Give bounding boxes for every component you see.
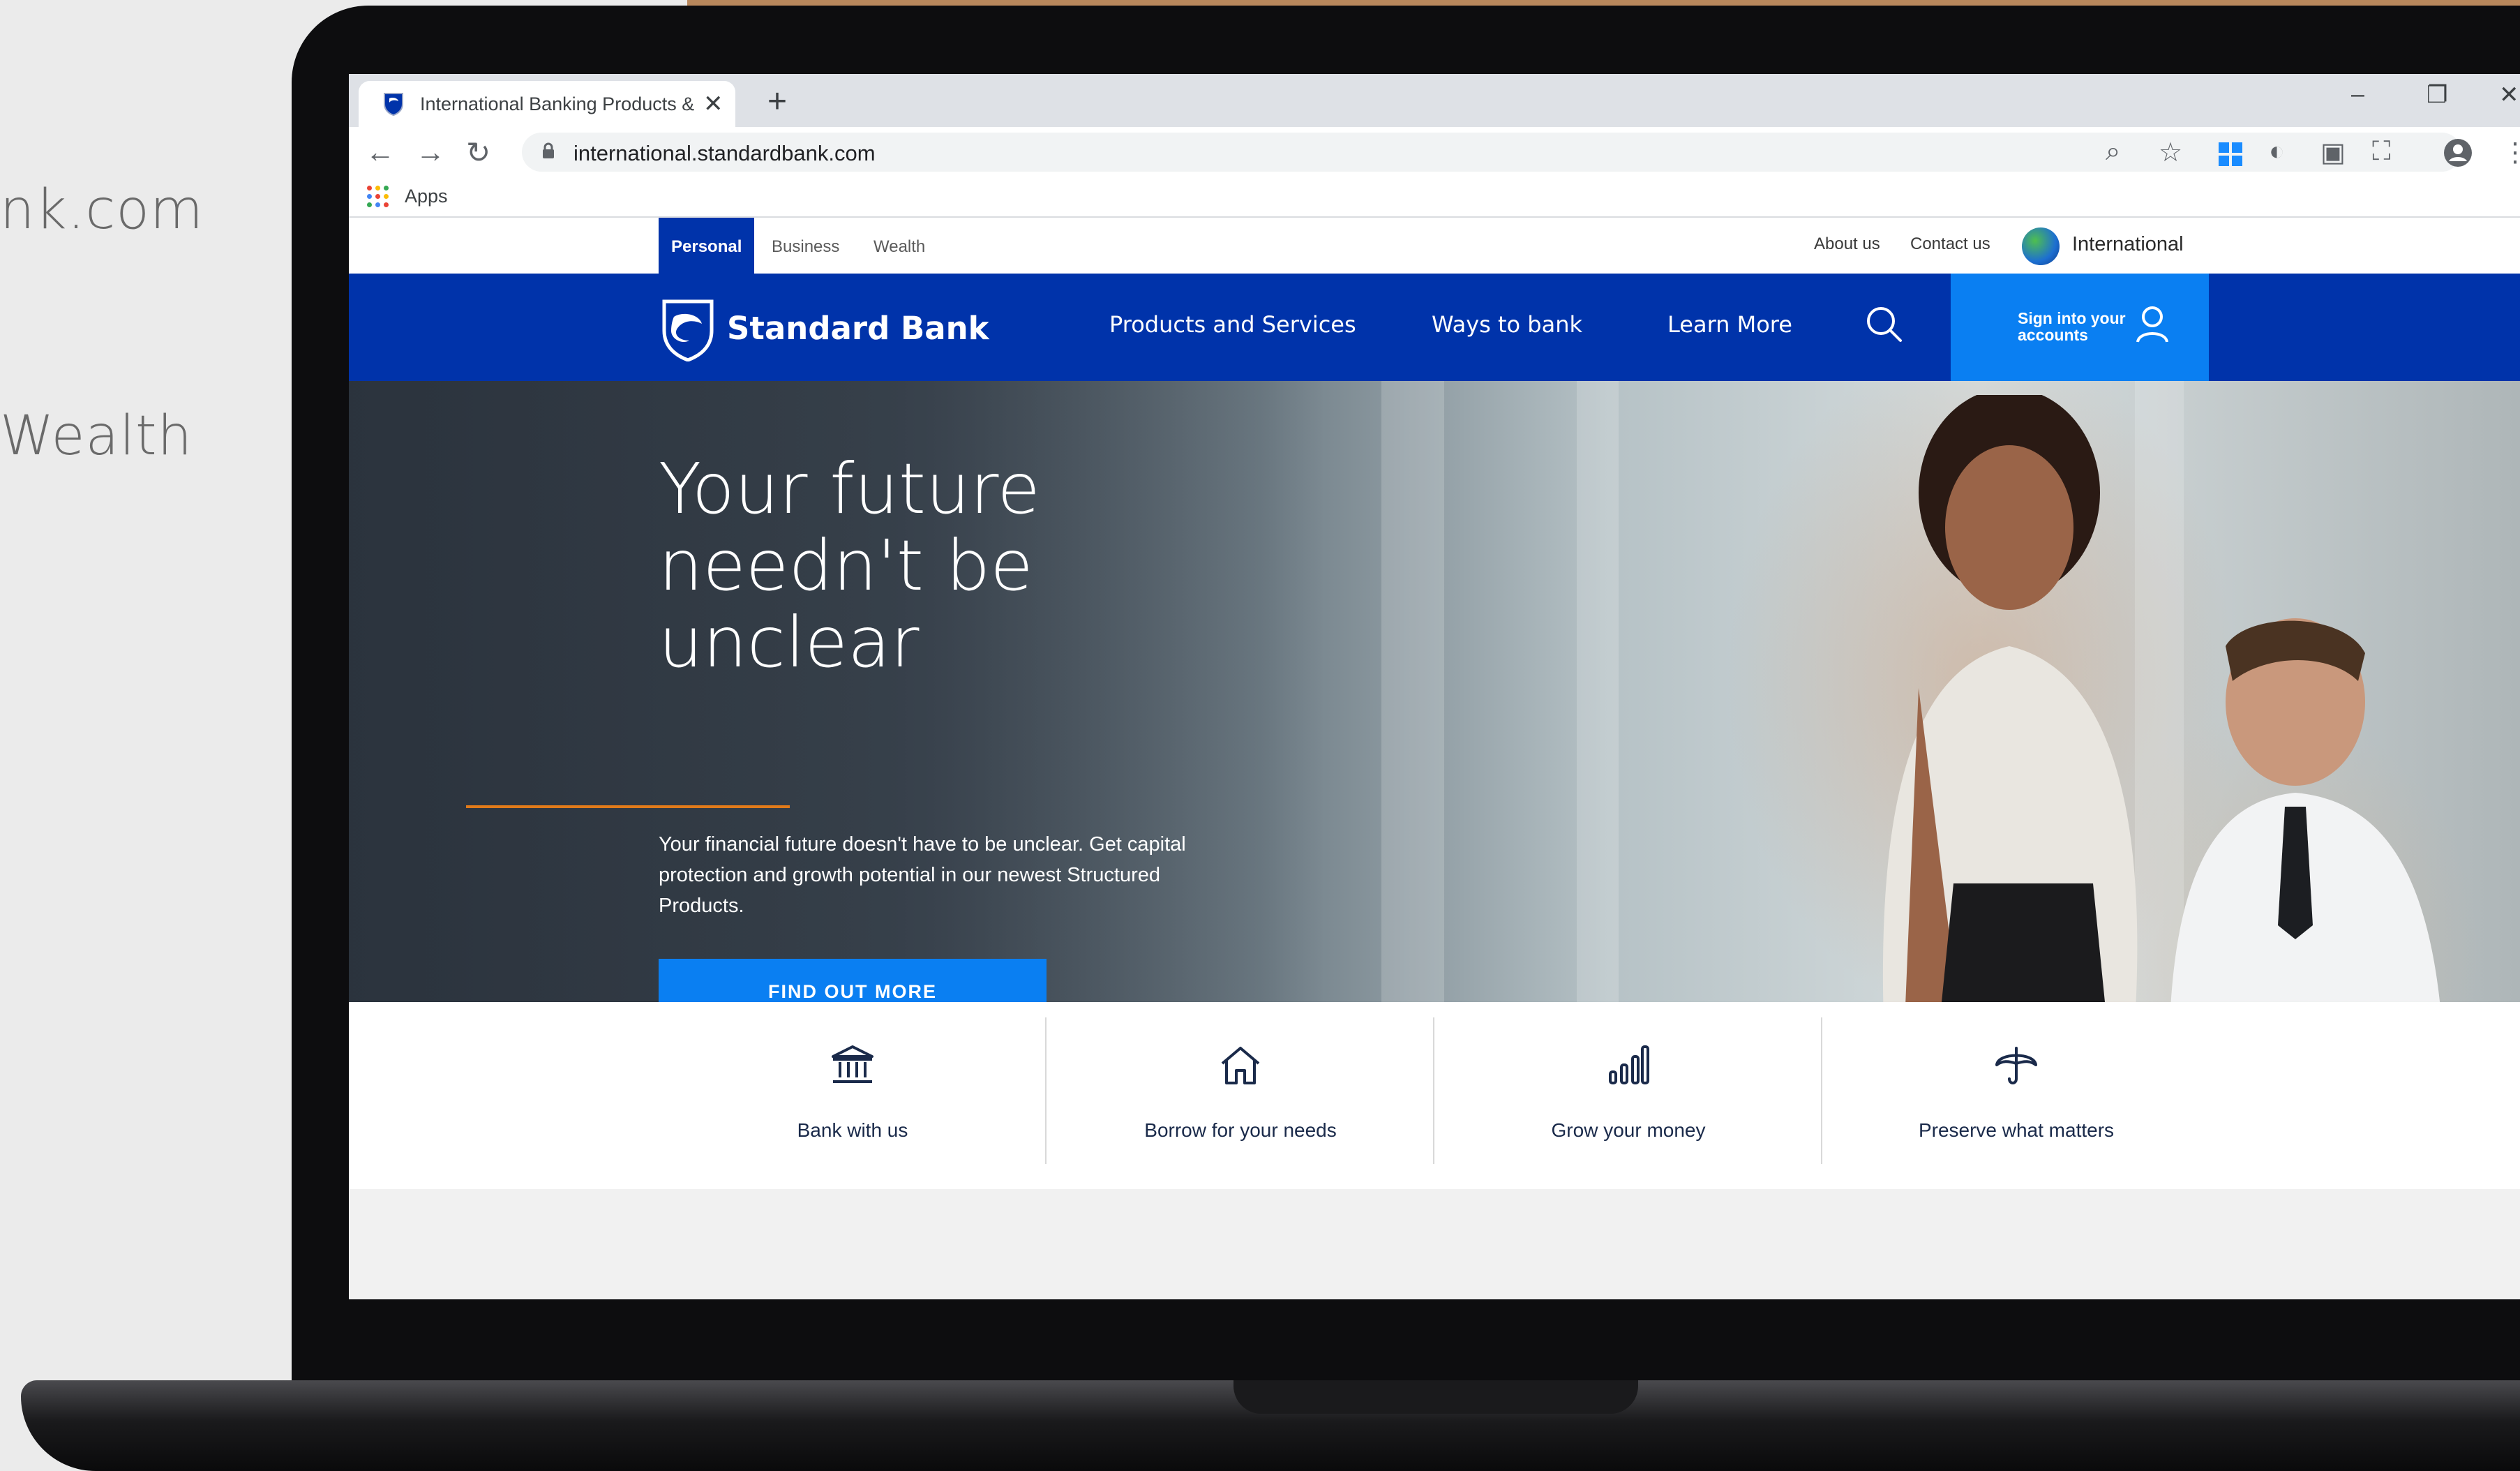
nav-learn-more[interactable]: Learn More xyxy=(1667,311,1792,338)
back-icon[interactable]: ← xyxy=(366,135,395,169)
background-strip xyxy=(687,0,2520,6)
close-window-icon[interactable]: ✕ xyxy=(2499,81,2519,109)
browser-menu-icon[interactable]: ⋮ xyxy=(2502,137,2520,168)
apps-grid-icon[interactable] xyxy=(367,186,389,208)
hero-title: Your future needn't be unclear xyxy=(659,448,1040,683)
side-text-domain: nk.com xyxy=(0,179,204,241)
contact-us-link[interactable]: Contact us xyxy=(1910,234,1990,254)
sign-in-button[interactable]: Sign into your accounts xyxy=(1951,274,2209,381)
house-icon xyxy=(1221,1047,1260,1084)
extension-reader-icon[interactable]: ▣ xyxy=(2320,137,2346,168)
quick-links-bar: Bank with us Borrow for your needs Grow … xyxy=(349,1002,2520,1189)
laptop-hinge xyxy=(1233,1380,1638,1414)
nav-ways-to-bank[interactable]: Ways to bank xyxy=(1432,311,1582,338)
brand-name[interactable]: Standard Bank xyxy=(727,310,989,347)
page-below-fold xyxy=(349,1189,2520,1299)
about-us-link[interactable]: About us xyxy=(1814,234,1880,254)
nav-products-and-services[interactable]: Products and Services xyxy=(1109,311,1356,338)
extension-circle-icon[interactable]: ◐ xyxy=(2269,137,2285,167)
hero-banner: Your future needn't be unclear Your fina… xyxy=(349,381,2520,1002)
minimize-icon[interactable]: – xyxy=(2351,81,2364,108)
hero-accent-line xyxy=(466,805,790,808)
windows-extension-icon[interactable] xyxy=(2219,142,2242,166)
quick-link-label: Borrow for your needs xyxy=(1144,1119,1337,1141)
search-icon[interactable] xyxy=(1863,303,1905,345)
standard-bank-logo-icon[interactable] xyxy=(661,299,714,361)
side-text-wealth: Wealth xyxy=(0,405,193,468)
bookmark-star-icon[interactable]: ☆ xyxy=(2159,137,2182,168)
browser-tabstrip: International Banking Products & ✕ + – ❐… xyxy=(349,74,2520,127)
region-selector[interactable]: International xyxy=(2072,233,2184,256)
laptop-screen: International Banking Products & ✕ + – ❐… xyxy=(349,74,2520,1299)
site-utility-bar: Personal Business Wealth About us Contac… xyxy=(349,218,2520,274)
profile-avatar-icon[interactable] xyxy=(2443,138,2473,167)
hero-body-text: Your financial future doesn't have to be… xyxy=(659,833,1186,917)
bank-building-icon xyxy=(832,1045,873,1083)
sign-in-label: Sign into your accounts xyxy=(2018,309,2126,344)
quick-link-bank-with-us[interactable]: Bank with us xyxy=(659,1002,1047,1189)
quick-link-label: Bank with us xyxy=(797,1119,908,1141)
globe-icon[interactable] xyxy=(2022,227,2060,265)
quick-link-borrow[interactable]: Borrow for your needs xyxy=(1047,1002,1434,1189)
tab-title: International Banking Products & xyxy=(420,93,695,114)
forward-icon[interactable]: → xyxy=(416,135,445,169)
quick-link-preserve[interactable]: Preserve what matters xyxy=(1822,1002,2210,1189)
user-icon xyxy=(2136,306,2168,343)
new-tab-button[interactable]: + xyxy=(767,82,787,121)
find-out-more-button[interactable]: FIND OUT MORE xyxy=(659,959,1047,1002)
restore-icon[interactable]: ❐ xyxy=(2427,81,2447,109)
background-window-column xyxy=(1577,381,1619,1002)
main-navigation: Standard Bank Products and Services Ways… xyxy=(349,274,2520,381)
browser-tab[interactable]: International Banking Products & ✕ xyxy=(359,81,735,127)
browser-toolbar: ← → ↻ international.standardbank.com ⌕ ☆… xyxy=(349,127,2520,177)
bar-chart-icon xyxy=(1609,1045,1649,1084)
lock-icon xyxy=(543,142,554,158)
extension-incognito-icon[interactable]: ⛶ xyxy=(2372,137,2391,167)
quick-link-grow-money[interactable]: Grow your money xyxy=(1434,1002,1822,1189)
umbrella-icon xyxy=(1995,1047,2037,1084)
background-window-column xyxy=(1381,381,1444,1002)
quick-link-label: Preserve what matters xyxy=(1918,1119,2115,1141)
tab-close-icon[interactable]: ✕ xyxy=(703,90,723,118)
quick-link-label: Grow your money xyxy=(1551,1119,1706,1141)
url-text: international.standardbank.com xyxy=(573,141,876,165)
standard-bank-favicon-icon xyxy=(384,93,403,117)
bookmarks-bar: Apps xyxy=(349,177,2520,218)
hero-photo-woman xyxy=(1882,395,2138,1002)
reload-icon[interactable]: ↻ xyxy=(466,135,490,170)
hero-photo-man xyxy=(2170,618,2440,1002)
segment-tab-wealth[interactable]: Wealth xyxy=(861,218,938,274)
segment-tab-personal[interactable]: Personal xyxy=(659,218,755,274)
segment-tab-business[interactable]: Business xyxy=(759,218,852,274)
apps-shortcut[interactable]: Apps xyxy=(405,186,448,207)
zoom-icon[interactable]: ⌕ xyxy=(2106,137,2120,167)
